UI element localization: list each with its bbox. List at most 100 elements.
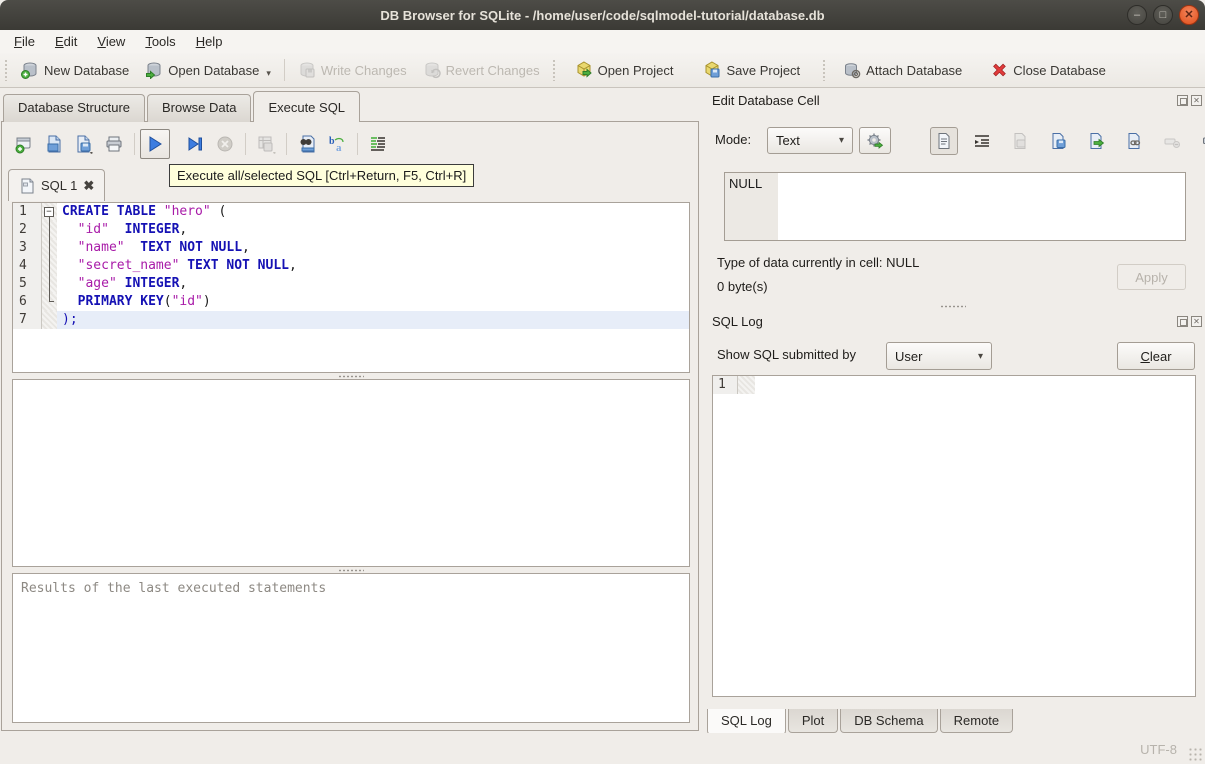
titlebar[interactable]: DB Browser for SQLite - /home/user/code/…	[0, 0, 1205, 30]
sql-document-icon	[21, 178, 34, 193]
menu-view[interactable]: View	[87, 32, 135, 51]
revert-changes-button[interactable]: Revert Changes	[415, 57, 548, 83]
execute-sql-button[interactable]	[140, 129, 170, 159]
fold-column[interactable]	[42, 293, 57, 311]
cell-value-editor[interactable]: NULL	[724, 172, 1186, 241]
print-cell-button[interactable]	[1196, 127, 1205, 155]
float-panel-icon[interactable]	[1177, 316, 1188, 327]
export-data-button[interactable]	[1082, 127, 1110, 155]
fold-column[interactable]: −	[42, 203, 57, 221]
tab-execute-sql[interactable]: Execute SQL	[253, 91, 361, 122]
results-message[interactable]: Results of the last executed statements	[12, 573, 690, 723]
toolbar-handle[interactable]	[551, 59, 557, 81]
cell-type-text: Type of data currently in cell: NULL	[717, 255, 920, 270]
fold-column[interactable]	[42, 275, 57, 293]
log-fold-column	[738, 376, 755, 394]
save-cell-icon	[1014, 133, 1026, 149]
attach-database-icon	[845, 63, 861, 79]
log-filter-select[interactable]: User ▾	[886, 342, 992, 370]
attach-database-button[interactable]: Attach Database	[835, 57, 970, 83]
tab-database-structure[interactable]: Database Structure	[3, 94, 146, 122]
open-as-link-button[interactable]	[1120, 127, 1148, 155]
auto-apply-button[interactable]	[859, 127, 891, 154]
float-panel-icon[interactable]	[1177, 95, 1188, 106]
results-grid[interactable]	[12, 379, 690, 567]
print-sql-button[interactable]	[99, 129, 129, 159]
code-text: "name" TEXT NOT NULL,	[77, 240, 250, 255]
fold-column[interactable]	[42, 311, 57, 329]
sql-tab-close-icon[interactable]: ✖	[83, 178, 94, 194]
write-changes-button[interactable]: Write Changes	[290, 57, 415, 83]
new-sql-tab-button[interactable]	[9, 129, 39, 159]
word-wrap-button[interactable]	[968, 127, 996, 155]
format-lines-icon	[371, 137, 385, 151]
minimize-icon: –	[1133, 8, 1141, 21]
new-database-button[interactable]: New Database	[13, 57, 137, 83]
close-panel-icon[interactable]: ✕	[1191, 95, 1202, 106]
stop-execution-button[interactable]	[210, 129, 240, 159]
chevron-down-icon: ▾	[838, 135, 844, 146]
clear-log-button[interactable]: Clear	[1117, 342, 1195, 370]
open-database-menu-arrow[interactable]: ▾	[266, 68, 271, 79]
toolbar-handle[interactable]	[4, 59, 9, 81]
menu-help[interactable]: Help	[186, 32, 233, 51]
minimize-button[interactable]: –	[1127, 5, 1147, 25]
close-button[interactable]: ✕	[1179, 5, 1199, 25]
toolbar-separator	[283, 59, 285, 81]
save-results-icon	[258, 136, 276, 154]
splitter-handle-icon	[338, 375, 364, 378]
apply-button[interactable]: Apply	[1117, 264, 1186, 290]
tab-browse-data[interactable]: Browse Data	[147, 94, 252, 122]
execute-current-line-button[interactable]	[180, 129, 210, 159]
open-database-button[interactable]: Open Database ▾	[137, 57, 279, 83]
close-panel-icon[interactable]: ✕	[1191, 316, 1202, 327]
close-database-button[interactable]: Close Database	[982, 57, 1114, 83]
dock-splitter[interactable]	[803, 304, 1103, 309]
save-cell-button[interactable]	[1006, 127, 1034, 155]
text-mode-button[interactable]	[930, 127, 958, 155]
fold-marker-icon[interactable]: −	[44, 207, 54, 217]
replace-icon: ba	[329, 136, 344, 154]
resize-grip[interactable]	[1188, 747, 1202, 761]
find-in-sql-button[interactable]	[292, 129, 322, 159]
code-line: 3 "name" TEXT NOT NULL,	[13, 239, 689, 257]
sql-file-tab[interactable]: SQL 1 ✖	[8, 169, 106, 201]
line-number: 1	[13, 203, 42, 221]
open-sql-file-button[interactable]	[39, 129, 69, 159]
replace-in-sql-button[interactable]: ba	[322, 129, 352, 159]
statusbar: UTF-8	[0, 733, 1205, 764]
code-text: PRIMARY KEY("id")	[77, 294, 211, 309]
toolbar-handle[interactable]	[822, 59, 828, 81]
mode-value: Text	[776, 133, 800, 148]
dock-tab-db-schema[interactable]: DB Schema	[840, 709, 938, 733]
sql-editor-toolbar: ba	[9, 127, 393, 161]
save-sql-file-button[interactable]	[69, 129, 99, 159]
fold-column[interactable]	[42, 239, 57, 257]
menu-tools[interactable]: Tools	[135, 32, 185, 51]
open-project-button[interactable]: Open Project	[567, 57, 682, 83]
fold-column[interactable]	[42, 257, 57, 275]
maximize-button[interactable]: □	[1153, 5, 1173, 25]
sql-log-editor[interactable]: 1	[712, 375, 1196, 697]
import-data-button[interactable]	[1044, 127, 1072, 155]
mode-select[interactable]: Text ▾	[767, 127, 853, 154]
code-line: 1 − CREATE TABLE "hero" (	[13, 203, 689, 221]
format-sql-button[interactable]	[363, 129, 393, 159]
menu-edit[interactable]: Edit	[45, 32, 87, 51]
main-tab-bar: Database Structure Browse Data Execute S…	[3, 91, 362, 122]
set-null-button[interactable]	[1158, 127, 1186, 155]
dock-tab-sql-log[interactable]: SQL Log	[707, 709, 786, 735]
window-title: DB Browser for SQLite - /home/user/code/…	[380, 7, 825, 23]
new-database-label: New Database	[44, 62, 130, 78]
encoding-indicator[interactable]: UTF-8	[1140, 742, 1177, 757]
find-icon	[300, 135, 315, 153]
edit-cell-title: Edit Database Cell	[712, 93, 820, 108]
save-results-button[interactable]	[251, 129, 281, 159]
save-project-button[interactable]: Save Project	[695, 57, 808, 83]
menu-file[interactable]: File	[4, 32, 45, 51]
gear-apply-icon	[867, 133, 884, 149]
fold-column[interactable]	[42, 221, 57, 239]
sql-code-editor[interactable]: 1 − CREATE TABLE "hero" ( 2 "id" INTEGER…	[12, 202, 690, 373]
dock-tab-remote[interactable]: Remote	[939, 709, 1014, 733]
dock-tab-plot[interactable]: Plot	[787, 709, 839, 733]
